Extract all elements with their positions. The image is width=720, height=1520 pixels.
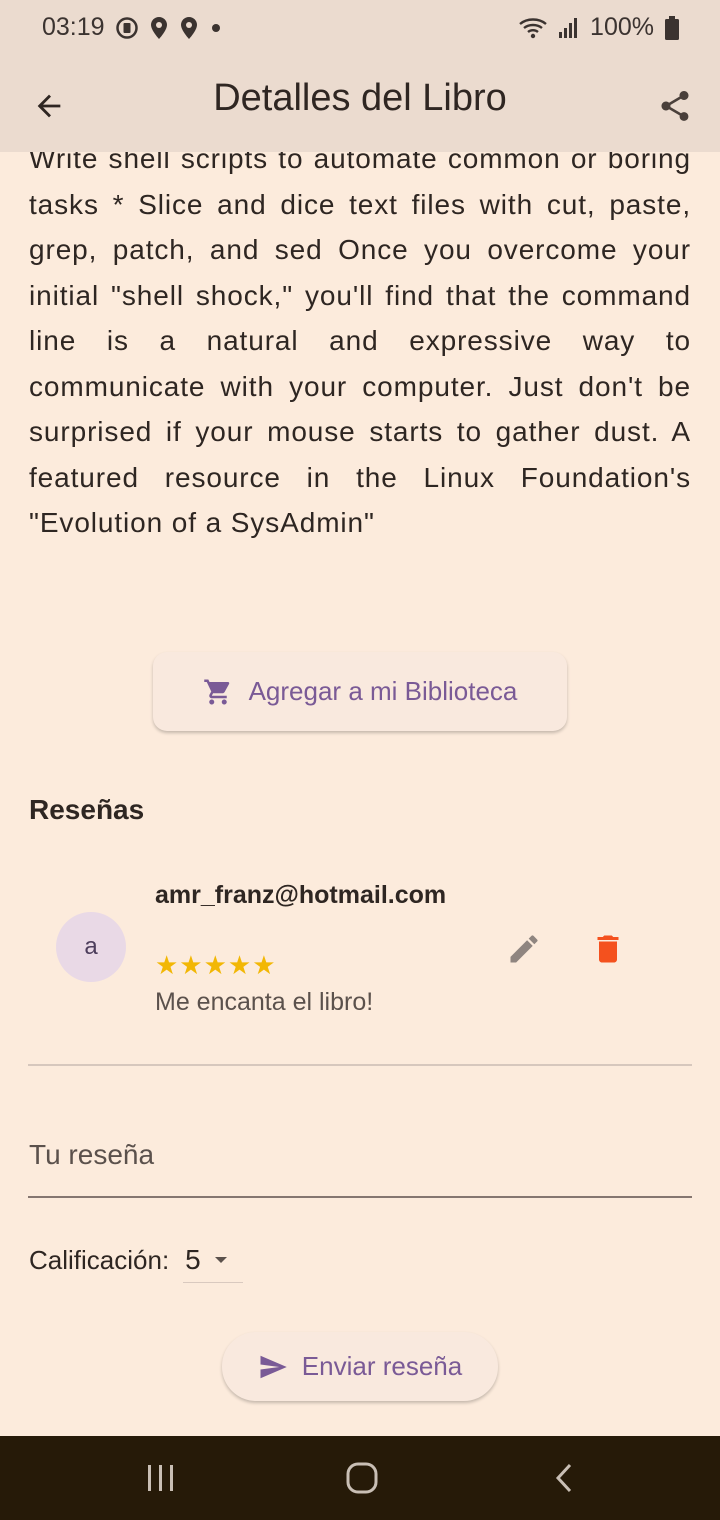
share-icon: [661, 91, 689, 121]
edit-review-button[interactable]: [502, 927, 546, 971]
status-bar: 03:19 100%: [0, 0, 720, 55]
review-input[interactable]: [28, 1110, 692, 1198]
home-button[interactable]: [337, 1456, 387, 1500]
review-text: Me encanta el libro!: [155, 988, 374, 1016]
reviews-heading: Reseñas: [29, 794, 145, 825]
add-to-library-button[interactable]: Agregar a mi Biblioteca: [153, 652, 567, 731]
system-nav-bar: [0, 1436, 720, 1520]
app-bar: Detalles del Libro: [0, 55, 720, 152]
star-rating: ★★★★★: [155, 950, 277, 980]
trash-icon: [597, 935, 619, 963]
signal-icon: [558, 16, 580, 40]
data-saver-icon: [115, 16, 139, 40]
cart-icon: [203, 679, 229, 704]
book-details-content[interactable]: Write shell scripts to automate common o…: [0, 152, 720, 1436]
rating-row: Calificación: 5: [29, 1236, 244, 1284]
chevron-left-icon: [555, 1463, 572, 1493]
recent-apps-button[interactable]: [136, 1456, 186, 1500]
location-icon: [179, 16, 199, 40]
dropdown-arrow-icon: [214, 1256, 227, 1263]
add-to-library-label: Agregar a mi Biblioteca: [248, 676, 518, 706]
review-item: a amr_franz@hotmail.com ★★★★★ Me encanta…: [0, 867, 720, 1067]
status-time: 03:19: [42, 13, 105, 41]
review-author-email: amr_franz@hotmail.com: [155, 881, 447, 909]
status-right: 100%: [518, 13, 680, 42]
rating-value: 5: [185, 1243, 201, 1275]
page-title: Detalles del Libro: [213, 77, 507, 119]
delete-review-button[interactable]: [586, 927, 630, 971]
battery-icon: [664, 15, 680, 41]
divider: [28, 1064, 692, 1066]
battery-percent: 100%: [590, 13, 654, 41]
rating-dropdown[interactable]: 5: [183, 1237, 244, 1283]
back-nav-button[interactable]: [539, 1456, 589, 1500]
avatar: a: [56, 912, 126, 982]
submit-review-button[interactable]: Enviar reseña: [222, 1332, 498, 1401]
dot-icon: [209, 21, 223, 35]
status-left: 03:19: [42, 13, 223, 42]
send-icon: [260, 1355, 287, 1378]
recent-apps-icon: [148, 1465, 173, 1491]
book-description: Write shell scripts to automate common o…: [29, 152, 691, 538]
location-icon: [149, 16, 169, 40]
share-button[interactable]: [652, 83, 698, 129]
submit-review-label: Enviar reseña: [301, 1351, 463, 1381]
rating-label: Calificación:: [29, 1244, 170, 1275]
wifi-icon: [518, 16, 548, 40]
pencil-icon: [510, 935, 538, 963]
home-icon: [346, 1462, 378, 1494]
